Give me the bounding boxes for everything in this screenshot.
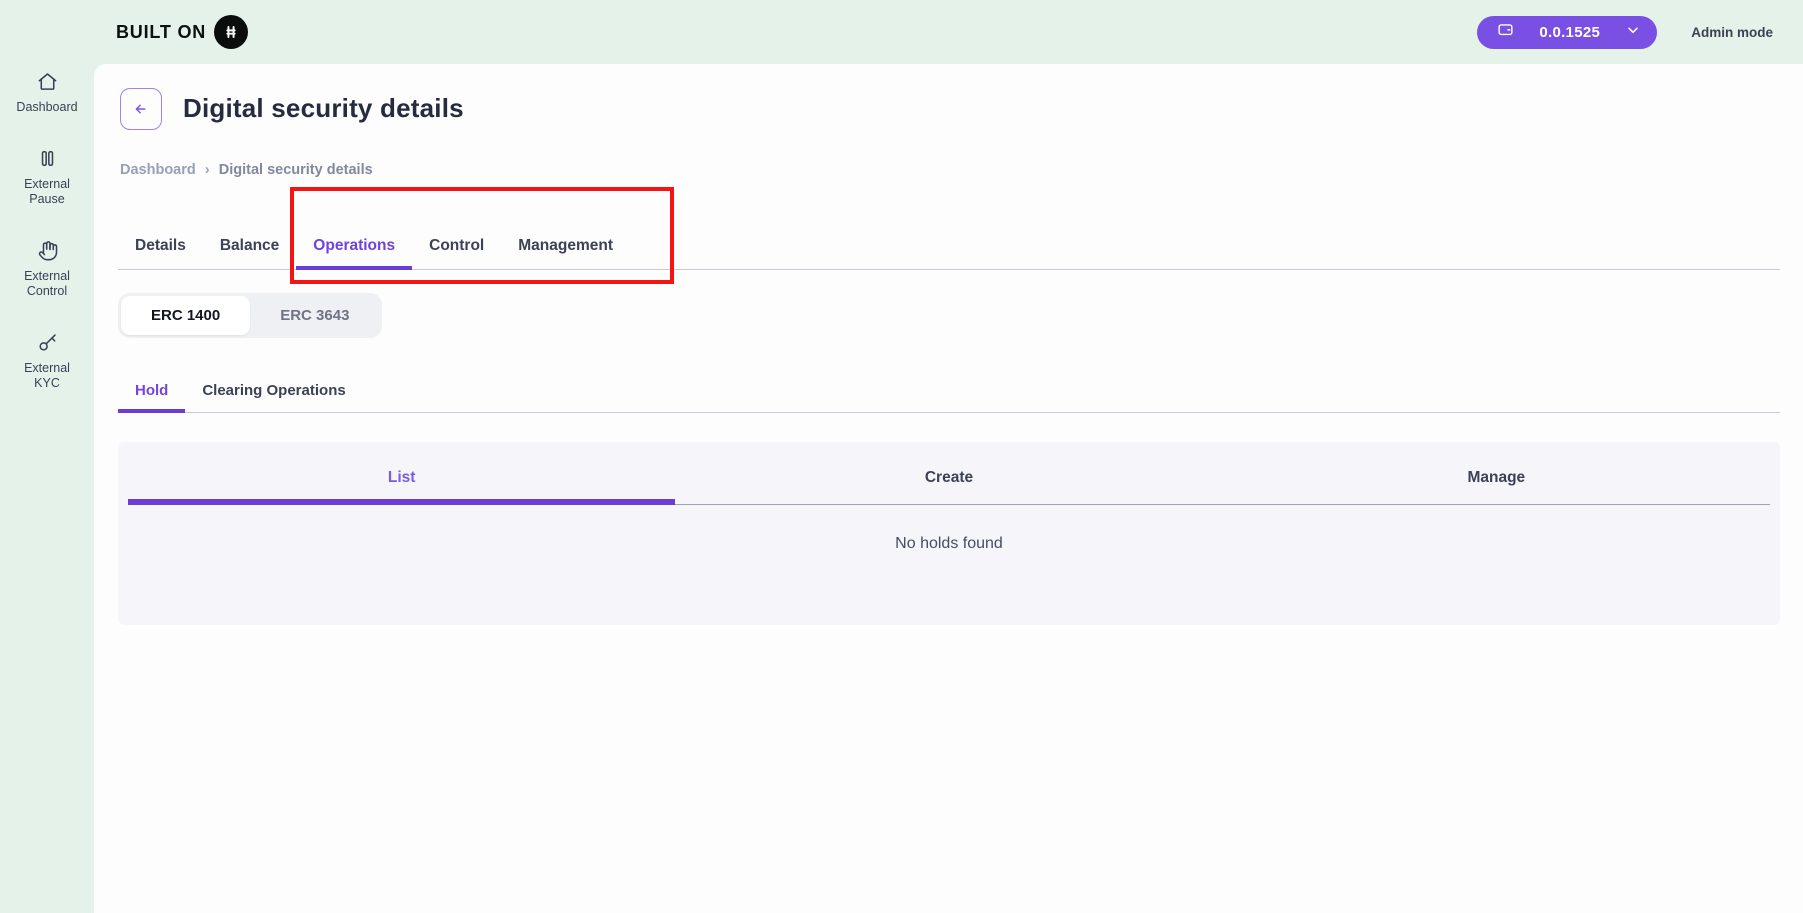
panel-tab-list[interactable]: List xyxy=(128,442,675,504)
sidebar-item-label: ExternalControl xyxy=(24,269,70,299)
logo-text: BUILT ON xyxy=(116,22,206,43)
empty-state-message: No holds found xyxy=(118,535,1780,553)
account-id: 0.0.1525 xyxy=(1514,24,1625,41)
subtab-hold[interactable]: Hold xyxy=(118,370,185,412)
tab-balance[interactable]: Balance xyxy=(203,225,296,269)
pause-icon xyxy=(36,147,59,170)
hold-panel: List Create Manage No holds found xyxy=(118,442,1780,625)
tab-management[interactable]: Management xyxy=(501,225,630,269)
breadcrumb-dashboard[interactable]: Dashboard xyxy=(120,162,196,178)
hand-icon xyxy=(36,239,59,262)
admin-mode-label: Admin mode xyxy=(1691,25,1773,40)
sidebar-item-external-kyc[interactable]: ExternalKYC xyxy=(0,331,94,391)
wallet-icon xyxy=(1497,21,1514,43)
chevron-down-icon[interactable] xyxy=(1625,22,1641,43)
hold-panel-tab-bar: List Create Manage xyxy=(128,442,1770,505)
panel-tab-manage[interactable]: Manage xyxy=(1223,442,1770,504)
key-icon xyxy=(36,331,59,354)
arrow-left-icon xyxy=(131,99,151,119)
erc-standard-toggle: ERC 1400 ERC 3643 xyxy=(118,293,382,338)
sidebar-item-external-pause[interactable]: ExternalPause xyxy=(0,147,94,207)
chevron-right-icon: › xyxy=(205,161,210,178)
sidebar-item-dashboard[interactable]: Dashboard xyxy=(0,70,94,115)
breadcrumb-current: Digital security details xyxy=(219,162,373,178)
breadcrumb: Dashboard › Digital security details xyxy=(120,161,373,178)
sidebar-item-external-control[interactable]: ExternalControl xyxy=(0,239,94,299)
sidebar-item-label: Dashboard xyxy=(16,100,77,115)
tab-operations[interactable]: Operations xyxy=(296,225,412,269)
back-button[interactable] xyxy=(120,88,162,130)
tab-details[interactable]: Details xyxy=(118,225,203,269)
subtab-clearing-operations[interactable]: Clearing Operations xyxy=(185,370,362,412)
tab-control[interactable]: Control xyxy=(412,225,501,269)
sidebar: Dashboard ExternalPause ExternalControl … xyxy=(0,64,94,913)
panel-tab-create[interactable]: Create xyxy=(675,442,1222,504)
page-title: Digital security details xyxy=(183,93,464,124)
operations-sub-tab-bar: Hold Clearing Operations xyxy=(118,370,1780,413)
toggle-erc-3643[interactable]: ERC 3643 xyxy=(250,296,379,335)
top-header: BUILT ON 0.0.1525 Admin mode xyxy=(0,0,1803,64)
toggle-erc-1400[interactable]: ERC 1400 xyxy=(121,296,250,335)
sidebar-item-label: ExternalPause xyxy=(24,177,70,207)
built-on-logo: BUILT ON xyxy=(116,15,248,49)
details-tab-bar: Details Balance Operations Control Manag… xyxy=(118,225,1780,270)
home-icon xyxy=(36,70,59,93)
hedera-icon xyxy=(214,15,248,49)
sidebar-item-label: ExternalKYC xyxy=(24,361,70,391)
wallet-account-button[interactable]: 0.0.1525 xyxy=(1477,16,1657,49)
main-content: Digital security details Dashboard › Dig… xyxy=(94,64,1803,913)
